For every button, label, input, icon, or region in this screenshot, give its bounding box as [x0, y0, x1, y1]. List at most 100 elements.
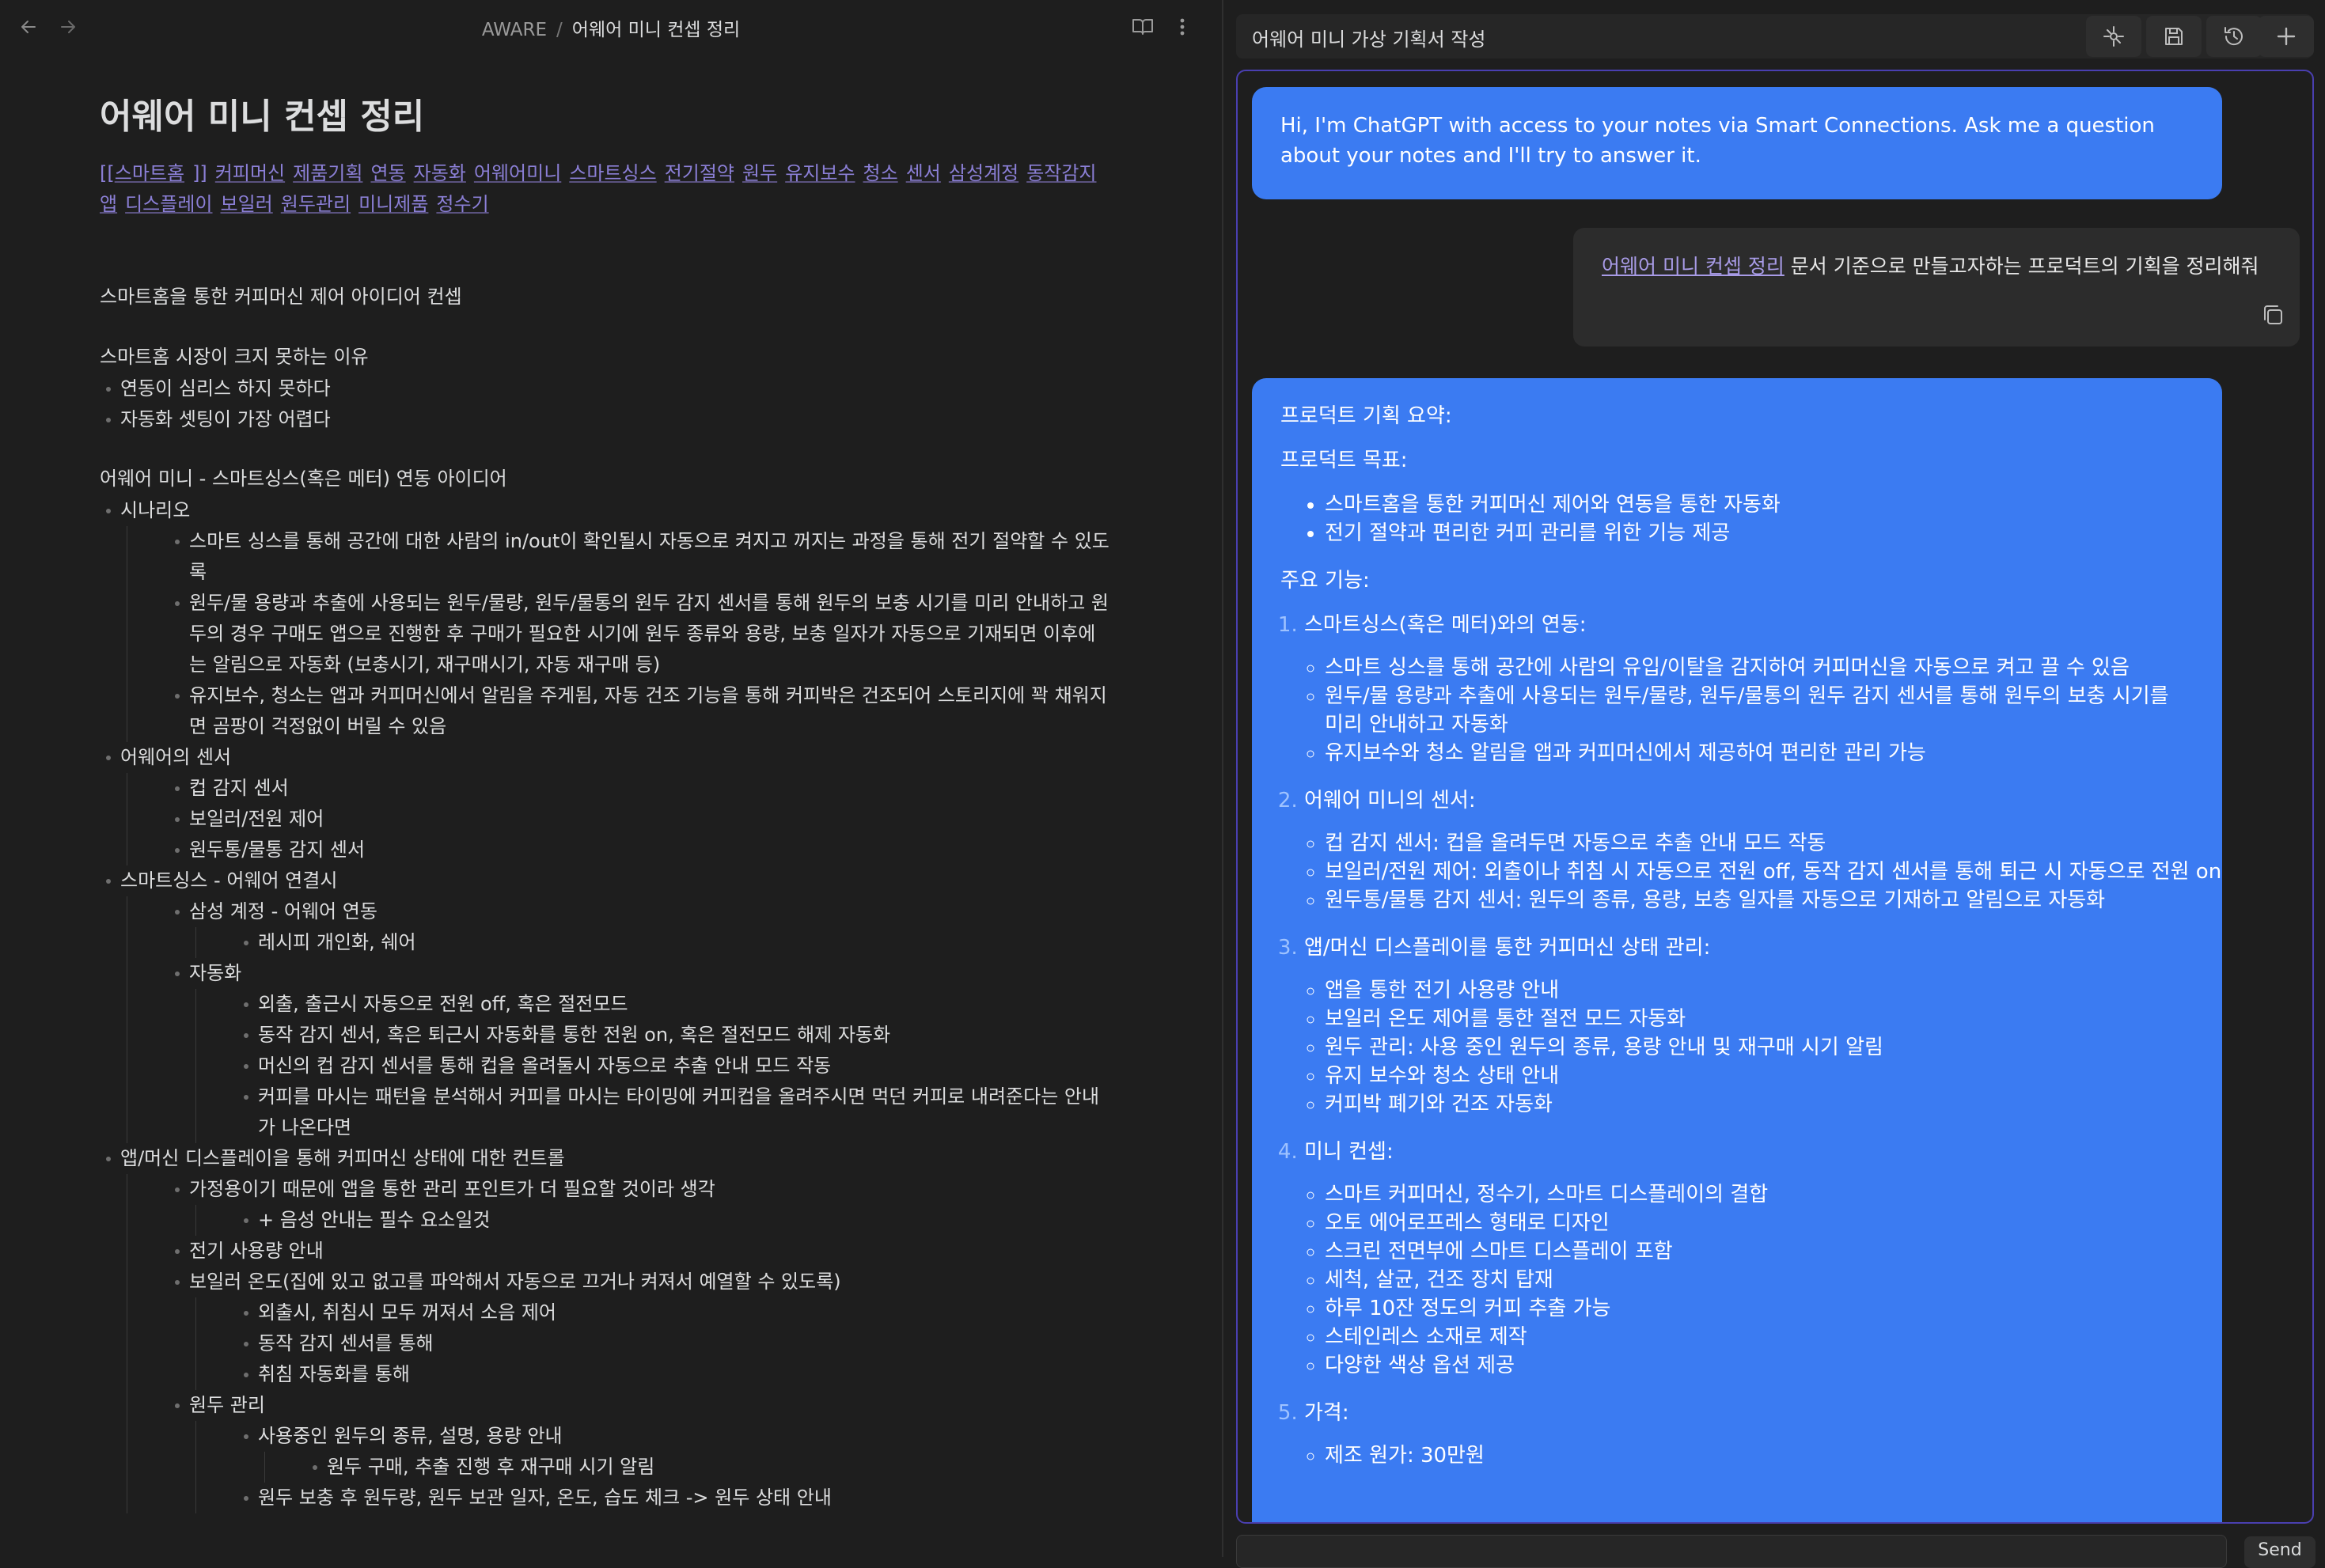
- list-item: 보일러/전원 제어: 외출이나 취침 시 자동으로 전원 off, 동작 감지 …: [1325, 858, 2221, 886]
- list-item-text: 어웨어의 센서: [120, 746, 232, 768]
- feature-title: 스마트싱스(혹은 메터)와의 연동:: [1304, 613, 1587, 637]
- list-item: 레시피 개인화, 쉐어: [237, 927, 1113, 958]
- chat-title[interactable]: 어웨어 미니 가상 기획서 작성: [1252, 24, 1485, 51]
- note-header: AWARE / 어웨어 미니 컨셉 정리: [0, 0, 1222, 55]
- list-item-text: 보일러 온도(집에 있고 없고를 파악해서 자동으로 끄거나 켜져서 예열할 수…: [189, 1271, 841, 1293]
- chat-history-icon[interactable]: [2206, 16, 2262, 57]
- list-item: 컵 감지 센서: 컵을 올려두면 자동으로 추출 안내 모드 작동: [1325, 829, 2194, 858]
- list-item-text: 시나리오: [120, 499, 191, 521]
- list-item: 커피를 마시는 패턴을 분석해서 커피를 마시는 타이밍에 커피컵을 올려주시면…: [237, 1081, 1113, 1143]
- list-item-text: 가정용이기 때문에 앱을 통한 관리 포인트가 더 필요할 것이라 생각: [189, 1178, 715, 1200]
- list-item: 외출, 출근시 자동으로 전원 off, 혹은 절전모드: [237, 989, 1113, 1020]
- tag-link[interactable]: 원두관리: [281, 193, 351, 215]
- tag-link[interactable]: 스마트싱스: [569, 162, 656, 184]
- list-item: 원두 구매, 추출 진행 후 재구매 시기 알림: [306, 1452, 1113, 1483]
- link-close-bracket: ]]: [192, 162, 207, 184]
- list-item: 커피박 폐기와 건조 자동화: [1325, 1090, 2194, 1119]
- list-item: 취침 자동화를 통해: [237, 1359, 1113, 1390]
- tag-link[interactable]: 제품기획: [293, 162, 362, 184]
- list-item: 하루 10잔 정도의 커피 추출 가능: [1325, 1294, 2194, 1323]
- list-item: 유지 보수와 청소 상태 안내: [1325, 1062, 2194, 1090]
- list-item: 전기 사용량 안내: [169, 1236, 1113, 1267]
- list-item: 스마트 싱스를 통해 공간에 대한 사람의 in/out이 확인될시 자동으로 …: [169, 526, 1113, 588]
- save-chat-icon[interactable]: [2146, 16, 2202, 57]
- list-item-text: 앱/머신 디스플레이을 통해 커피머신 상태에 대한 컨트롤: [120, 1147, 565, 1169]
- list-item-text: 자동화: [189, 962, 242, 984]
- breadcrumb-root[interactable]: AWARE: [482, 20, 547, 40]
- assistant-message-answer: 프로덕트 기획 요약: 프로덕트 목표: 스마트홈을 통한 커피머신 제어와 연…: [1252, 378, 2222, 1522]
- feature-item: 스마트싱스(혹은 메터)와의 연동: 스마트 싱스를 통해 공간에 사람의 유입…: [1304, 611, 2194, 767]
- idea-heading: 어웨어 미니 - 스마트싱스(혹은 메터) 연동 아이디어: [100, 468, 507, 490]
- tag-link[interactable]: 커피머신: [215, 162, 285, 184]
- list-item: 앱/머신 디스플레이을 통해 커피머신 상태에 대한 컨트롤 가정용이기 때문에…: [100, 1143, 1113, 1513]
- breadcrumb-current[interactable]: 어웨어 미니 컨셉 정리: [572, 20, 740, 40]
- feature-title: 가격:: [1304, 1401, 1349, 1425]
- tag-link[interactable]: 센서: [906, 162, 941, 184]
- copy-icon[interactable]: [2260, 302, 2285, 328]
- list-item: 스마트 커피머신, 정수기, 스마트 디스플레이의 결합: [1325, 1180, 2194, 1209]
- list-item: 전기 절약과 편리한 커피 관리를 위한 기능 제공: [1325, 519, 2194, 547]
- list-item: 시나리오 스마트 싱스를 통해 공간에 대한 사람의 in/out이 확인될시 …: [100, 495, 1113, 742]
- list-item: 세척, 살균, 건조 장치 탑재: [1325, 1266, 2194, 1294]
- features-list: 스마트싱스(혹은 메터)와의 연동: 스마트 싱스를 통해 공간에 사람의 유입…: [1280, 611, 2221, 1470]
- chat-pane: 어웨어 미니 가상 기획서 작성 Hi, I'm ChatGPT with ac…: [1223, 0, 2325, 1568]
- feature-title: 어웨어 미니의 센서:: [1304, 789, 1476, 812]
- tag-link[interactable]: 어웨어미니: [474, 162, 561, 184]
- tag-link[interactable]: 정수기: [436, 193, 488, 215]
- note-link[interactable]: 어웨어 미니 컨셉 정리: [1602, 255, 1785, 278]
- list-item: 연동이 심리스 하지 못하다: [100, 373, 1113, 404]
- tag-link[interactable]: 연동: [370, 162, 405, 184]
- list-item: 스마트 싱스를 통해 공간에 사람의 유입/이탈을 감지하여 커피머신을 자동으…: [1325, 653, 2194, 682]
- more-options-icon[interactable]: [1166, 11, 1198, 43]
- goal-list: 스마트홈을 통한 커피머신 제어와 연동을 통한 자동화 전기 절약과 편리한 …: [1280, 490, 2194, 547]
- breadcrumb-separator: /: [556, 20, 563, 40]
- list-item: 원두/물 용량과 추출에 사용되는 원두/물량, 원두/물통의 원두 감지 센서…: [169, 588, 1113, 680]
- tag-link[interactable]: 앱: [100, 193, 117, 215]
- list-item: 삼성 계정 - 어웨어 연동 레시피 개인화, 쉐어: [169, 896, 1113, 958]
- smart-connections-icon[interactable]: [2086, 16, 2141, 57]
- tag-link[interactable]: 유지보수: [785, 162, 855, 184]
- tags-line: [[스마트홈]] 커피머신 제품기획 연동 자동화 어웨어미니 스마트싱스 전기절약 원두 유지보…: [100, 158, 1113, 220]
- feature-title: 앱/머신 디스플레이를 통한 커피머신 상태 관리:: [1304, 936, 1711, 960]
- tag-link[interactable]: 삼성계정: [949, 162, 1018, 184]
- chat-header: 어웨어 미니 가상 기획서 작성: [1236, 14, 2314, 59]
- list-item: 가정용이기 때문에 앱을 통한 관리 포인트가 더 필요할 것이라 생각 + 음…: [169, 1174, 1113, 1236]
- chat-input[interactable]: [1236, 1535, 2227, 1568]
- why-heading: 스마트홈 시장이 크지 못하는 이유: [100, 346, 369, 368]
- tag-link[interactable]: 동작감지: [1026, 162, 1096, 184]
- feature-item: 가격: 제조 원가: 30만원: [1304, 1399, 2194, 1470]
- list-item: 컵 감지 센서: [169, 773, 1113, 804]
- list-item-text: 원두 관리: [189, 1394, 265, 1416]
- list-item: 어웨어의 센서 컵 감지 센서 보일러/전원 제어 원두통/물통 감지 센서: [100, 742, 1113, 865]
- user-message-text: 문서 기준으로 만들고자하는 프로덕트의 기획을 정리해줘: [1784, 255, 2259, 278]
- list-item: 스마트홈을 통한 커피머신 제어와 연동을 통한 자동화: [1325, 490, 2194, 519]
- summary-heading: 프로덕트 기획 요약:: [1280, 404, 1452, 428]
- list-item: 유지보수와 청소 알림을 앱과 커피머신에서 제공하여 편리한 관리 가능: [1325, 739, 2194, 767]
- list-item: + 음성 안내는 필수 요소일것: [237, 1205, 1113, 1236]
- assistant-message-text: Hi, I'm ChatGPT with access to your note…: [1280, 114, 2155, 168]
- list-item: 제조 원가: 30만원: [1325, 1441, 2194, 1470]
- features-heading: 주요 기능:: [1280, 569, 1370, 593]
- list-item: 유지보수, 청소는 앱과 커피머신에서 알림을 주게됨, 자동 건조 기능을 통…: [169, 680, 1113, 742]
- list-item: 원두 관리: 사용 중인 원두의 종류, 용량 안내 및 재구매 시기 알림: [1325, 1033, 2194, 1062]
- send-button[interactable]: Send: [2244, 1536, 2316, 1568]
- tag-link[interactable]: 미니제품: [358, 193, 428, 215]
- chat-messages[interactable]: Hi, I'm ChatGPT with access to your note…: [1236, 70, 2314, 1524]
- tag-link[interactable]: 디스플레이: [125, 193, 212, 215]
- list-item: 보일러/전원 제어: [169, 804, 1113, 835]
- tag-link[interactable]: 전기절약: [665, 162, 734, 184]
- tag-link[interactable]: 보일러: [221, 193, 273, 215]
- why-list: 연동이 심리스 하지 못하다 자동화 셋팅이 가장 어렵다: [100, 373, 1113, 435]
- tag-link[interactable]: 자동화: [414, 162, 466, 184]
- list-item: 스마트싱스 - 어웨어 연결시 삼성 계정 - 어웨어 연동 레시피 개인화, …: [100, 865, 1113, 1143]
- list-item: 머신의 컵 감지 센서를 통해 컵을 올려둘시 자동으로 추출 안내 모드 작동: [237, 1051, 1113, 1081]
- list-item: 보일러 온도(집에 있고 없고를 파악해서 자동으로 끄거나 켜져서 예열할 수…: [169, 1267, 1113, 1390]
- user-message: 어웨어 미니 컨셉 정리 문서 기준으로 만들고자하는 프로덕트의 기획을 정리…: [1573, 228, 2300, 347]
- tag-link[interactable]: 청소: [863, 162, 898, 184]
- reading-view-book-icon[interactable]: [1127, 11, 1159, 43]
- new-chat-plus-icon[interactable]: [2259, 16, 2314, 57]
- idea-outline: 시나리오 스마트 싱스를 통해 공간에 대한 사람의 in/out이 확인될시 …: [100, 495, 1113, 1513]
- wikilink-smarthome[interactable]: 스마트홈: [115, 162, 184, 184]
- breadcrumb: AWARE / 어웨어 미니 컨셉 정리: [0, 14, 1222, 41]
- tag-link[interactable]: 원두: [742, 162, 777, 184]
